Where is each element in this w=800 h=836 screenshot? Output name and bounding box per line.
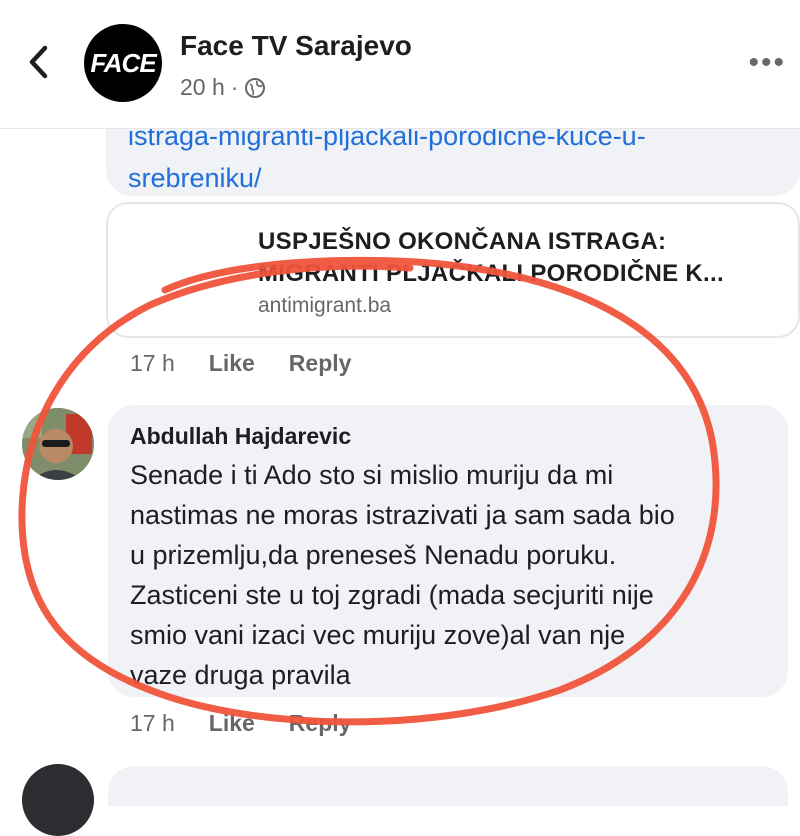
meta-separator: ·	[230, 74, 239, 100]
like-button[interactable]: Like	[209, 350, 255, 377]
comment-bubble: Abdullah Hajdarevic Senade i ti Ado sto …	[108, 405, 788, 697]
avatar-photo	[22, 408, 94, 480]
back-button[interactable]	[18, 40, 58, 84]
globe-icon	[245, 77, 266, 98]
next-comment-bubble	[108, 766, 788, 806]
link-preview-domain: antimigrant.ba	[258, 294, 392, 317]
comment-actions: 17 h Like Reply	[130, 350, 351, 377]
comment-line: nastimas ne moras istrazivati ja sam sad…	[130, 500, 675, 530]
post-time[interactable]: 20 h	[180, 74, 225, 101]
comment-line: smio vani izaci vec muriju zove)al van n…	[130, 620, 626, 650]
commenter-avatar[interactable]	[22, 408, 94, 480]
comment-line: vaze druga pravila	[130, 660, 351, 690]
reply-button[interactable]: Reply	[289, 710, 352, 737]
page-name[interactable]: Face TV Sarajevo	[180, 30, 412, 62]
title-line-1: USPJEŠNO OKONČANA ISTRAGA:	[258, 228, 667, 255]
reply-button[interactable]: Reply	[289, 350, 352, 377]
post-meta: 20 h ·	[180, 74, 266, 101]
comment-time[interactable]: 17 h	[130, 710, 175, 737]
comment-line: Senade i ti Ado sto si mislio muriju da …	[130, 460, 614, 490]
comment-time[interactable]: 17 h	[130, 350, 175, 377]
post-header: FACE Face TV Sarajevo 20 h · •••	[0, 0, 800, 129]
comment-line: Zasticeni ste u toj zgradi (mada secjuri…	[130, 580, 654, 610]
title-line-2: MIGRANTI PLJAČKALI PORODIČNE K...	[258, 260, 724, 287]
chevron-left-icon	[29, 45, 48, 79]
like-button[interactable]: Like	[209, 710, 255, 737]
next-commenter-avatar[interactable]	[22, 764, 94, 836]
link-preview-card[interactable]: USPJEŠNO OKONČANA ISTRAGA: MIGRANTI PLJA…	[106, 202, 800, 338]
comment-line: u prizemlju,da preneseš Nenadu poruku.	[130, 540, 617, 570]
comment-text: Senade i ti Ado sto si mislio muriju da …	[130, 455, 770, 695]
link-thumbnail	[128, 220, 228, 320]
comment-author[interactable]: Abdullah Hajdarevic	[130, 423, 351, 450]
link-line-2[interactable]: srebreniku/	[128, 158, 780, 196]
page-avatar[interactable]: FACE	[84, 24, 162, 102]
comment-actions: 17 h Like Reply	[130, 710, 351, 737]
logo-text: FACE	[90, 47, 156, 78]
link-preview-title: USPJEŠNO OKONČANA ISTRAGA: MIGRANTI PLJA…	[258, 226, 788, 290]
more-options-button[interactable]: •••	[748, 46, 786, 80]
